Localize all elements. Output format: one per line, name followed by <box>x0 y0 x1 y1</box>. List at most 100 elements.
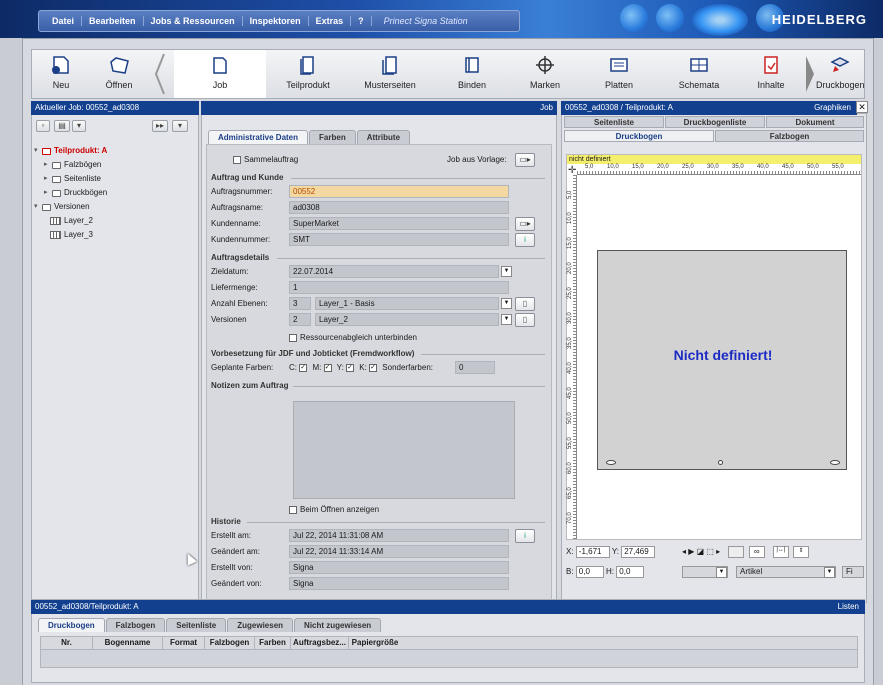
print-icon[interactable]: ▤ <box>54 120 70 132</box>
k-checkbox[interactable]: ✓ <box>369 363 378 372</box>
column-header-farben[interactable]: Farben <box>255 637 291 649</box>
close-icon[interactable]: ✕ <box>856 101 868 113</box>
druckbogen-table-body[interactable] <box>40 650 858 668</box>
historie-info-icon[interactable]: i <box>515 529 535 543</box>
tab-seitenliste[interactable]: Seitenliste <box>564 116 664 128</box>
ebene-edit-icon[interactable]: ▯ <box>515 297 535 311</box>
sammelauftrag-checkbox[interactable]: Sammelauftrag <box>233 155 298 164</box>
oeffnen-button[interactable]: Öffnen <box>90 50 148 98</box>
tree-item-layer-3[interactable]: Layer_3 <box>34 228 107 242</box>
ressourcenabgleich-checkbox[interactable]: Ressourcenabgleich unterbinden <box>289 333 417 342</box>
y-coordinate-field[interactable]: 27,469 <box>621 546 656 558</box>
platten-step-button[interactable]: Platten <box>580 50 658 98</box>
info-icon[interactable]: i <box>515 233 535 247</box>
notizen-textarea[interactable] <box>293 401 515 499</box>
h-field[interactable]: 0,0 <box>616 566 645 578</box>
artikel-select[interactable]: Artikel <box>736 566 836 578</box>
tab-druckbogenliste[interactable]: Druckbogenliste <box>665 116 765 128</box>
column-header-bogenname[interactable]: Bogenname <box>93 637 163 649</box>
neu-button[interactable]: Neu <box>36 50 86 98</box>
column-header-format[interactable]: Format <box>163 637 205 649</box>
tree-item-falzboegen[interactable]: ▸ Falzbögen <box>34 158 107 172</box>
artikel-dropdown-icon[interactable]: ▼ <box>824 567 835 578</box>
vorlage-button[interactable]: ▭▸ <box>515 153 535 167</box>
anzahl-ebenen-field[interactable]: 3 <box>289 297 311 310</box>
menu-inspektoren[interactable]: Inspektoren <box>243 16 309 26</box>
press-sheet[interactable]: Nicht definiert! <box>597 250 847 470</box>
empty-select-dropdown-icon[interactable]: ▼ <box>716 567 727 578</box>
tree-item-seitenliste[interactable]: ▸ Seitenliste <box>34 172 107 186</box>
versionen-field[interactable]: 2 <box>289 313 311 326</box>
version-dropdown-icon[interactable]: ▼ <box>501 314 512 325</box>
collapse-icon[interactable]: ▾ <box>172 120 188 132</box>
version-select[interactable]: Layer_2 <box>315 313 499 326</box>
sheet-canvas[interactable]: nicht definiert 5,0 10,0 15,0 20,0 25,0 … <box>566 154 862 540</box>
tab-list-nicht-zugewiesen[interactable]: Nicht zugewiesen <box>294 618 382 632</box>
forward-icon[interactable]: ▸▸ <box>152 120 168 132</box>
zieldatum-field[interactable]: 22.07.2014 <box>289 265 499 278</box>
tree-item-teilprodukt[interactable]: ▾ Teilprodukt: A <box>34 144 107 158</box>
tree-item-layer-2[interactable]: Layer_2 <box>34 214 107 228</box>
binden-step-button[interactable]: Binden <box>432 50 512 98</box>
tree-item-versionen[interactable]: ▾ Versionen <box>34 200 107 214</box>
tab-falzbogen[interactable]: Falzbogen <box>715 130 864 142</box>
beim-oeffnen-checkbox[interactable]: Beim Öffnen anzeigen <box>289 505 379 514</box>
druckbogen-step-button[interactable]: Druckbogen <box>816 50 865 98</box>
zieldatum-label: Zieldatum: <box>211 267 249 276</box>
fit-width-icon[interactable]: |↔| <box>772 546 789 558</box>
link-icon[interactable]: ∞ <box>748 546 765 558</box>
kundennummer-field[interactable]: SMT <box>289 233 509 246</box>
job-step-button[interactable]: Job <box>174 50 266 98</box>
c-checkbox[interactable]: ✓ <box>299 363 308 372</box>
version-edit-icon[interactable]: ▯ <box>515 313 535 327</box>
f-select[interactable]: Fi <box>842 566 864 578</box>
column-header-auftragsbez[interactable]: Auftragsbez... <box>291 637 349 649</box>
tab-dokument[interactable]: Dokument <box>766 116 864 128</box>
druckbogen-label: Druckbogen <box>816 80 865 90</box>
binden-label: Binden <box>457 80 487 90</box>
menu-jobs-ressourcen[interactable]: Jobs & Ressourcen <box>144 16 243 26</box>
date-dropdown-icon[interactable]: ▼ <box>501 266 512 277</box>
inhalte-step-button[interactable]: Inhalte <box>740 50 802 98</box>
musterseiten-step-button[interactable]: Musterseiten <box>350 50 430 98</box>
menu-datei[interactable]: Datei <box>45 16 83 26</box>
b-field[interactable]: 0,0 <box>575 566 604 578</box>
ebene-dropdown-icon[interactable]: ▼ <box>501 298 512 309</box>
tab-farben[interactable]: Farben <box>309 130 356 144</box>
crosshair-origin-icon: ✛ <box>568 165 577 176</box>
column-header-papiergroesse[interactable]: Papiergröße <box>349 637 401 649</box>
menu-extras[interactable]: Extras <box>309 16 352 26</box>
tab-druckbogen[interactable]: Druckbogen <box>564 130 714 142</box>
y-checkbox[interactable]: ✓ <box>346 363 355 372</box>
tab-list-seitenliste[interactable]: Seitenliste <box>166 618 227 632</box>
teilprodukt-step-button[interactable]: Teilprodukt <box>268 50 348 98</box>
schemata-step-button[interactable]: Schemata <box>660 50 738 98</box>
column-header-falzbogen[interactable]: Falzbogen <box>205 637 255 649</box>
nav-right-arrow-icon[interactable] <box>804 50 816 98</box>
auftragsnummer-field[interactable]: 00552 <box>289 185 509 198</box>
auftragsname-field[interactable]: ad0308 <box>289 201 509 214</box>
menu-bearbeiten[interactable]: Bearbeiten <box>82 16 144 26</box>
menu-help[interactable]: ? <box>351 16 372 26</box>
tab-attribute[interactable]: Attribute <box>356 130 411 144</box>
grid-view-icon[interactable] <box>728 546 745 558</box>
kundenname-field[interactable]: SuperMarket <box>289 217 509 230</box>
tab-list-falzbogen[interactable]: Falzbogen <box>105 618 166 632</box>
tab-list-zugewiesen[interactable]: Zugewiesen <box>227 618 294 632</box>
dropdown-icon[interactable]: ▾ <box>72 120 86 132</box>
liefermenge-field[interactable]: 1 <box>289 281 509 294</box>
kunde-select-button[interactable]: ▭▸ <box>515 217 535 231</box>
sonderfarben-field[interactable]: 0 <box>455 361 495 374</box>
tab-administrative-daten[interactable]: Administrative Daten <box>208 130 309 144</box>
marken-step-button[interactable]: Marken <box>514 50 576 98</box>
tree-tool-button[interactable]: ▫ <box>36 120 50 132</box>
tab-list-druckbogen[interactable]: Druckbogen <box>38 618 105 632</box>
tree-item-druckboegen[interactable]: ▸ Druckbögen <box>34 186 107 200</box>
m-checkbox[interactable]: ✓ <box>323 363 332 372</box>
ebene-select[interactable]: Layer_1 - Basis <box>315 297 499 310</box>
fit-height-icon[interactable]: ⇕ <box>793 546 810 558</box>
nav-left-arrow-icon[interactable] <box>154 50 166 98</box>
select-arrow-icon[interactable]: ◂ ▶ ◪ ⬚ ▸ <box>682 547 720 556</box>
column-header-nr[interactable]: Nr. <box>41 637 93 649</box>
x-coordinate-field[interactable]: -1,671 <box>575 546 610 558</box>
